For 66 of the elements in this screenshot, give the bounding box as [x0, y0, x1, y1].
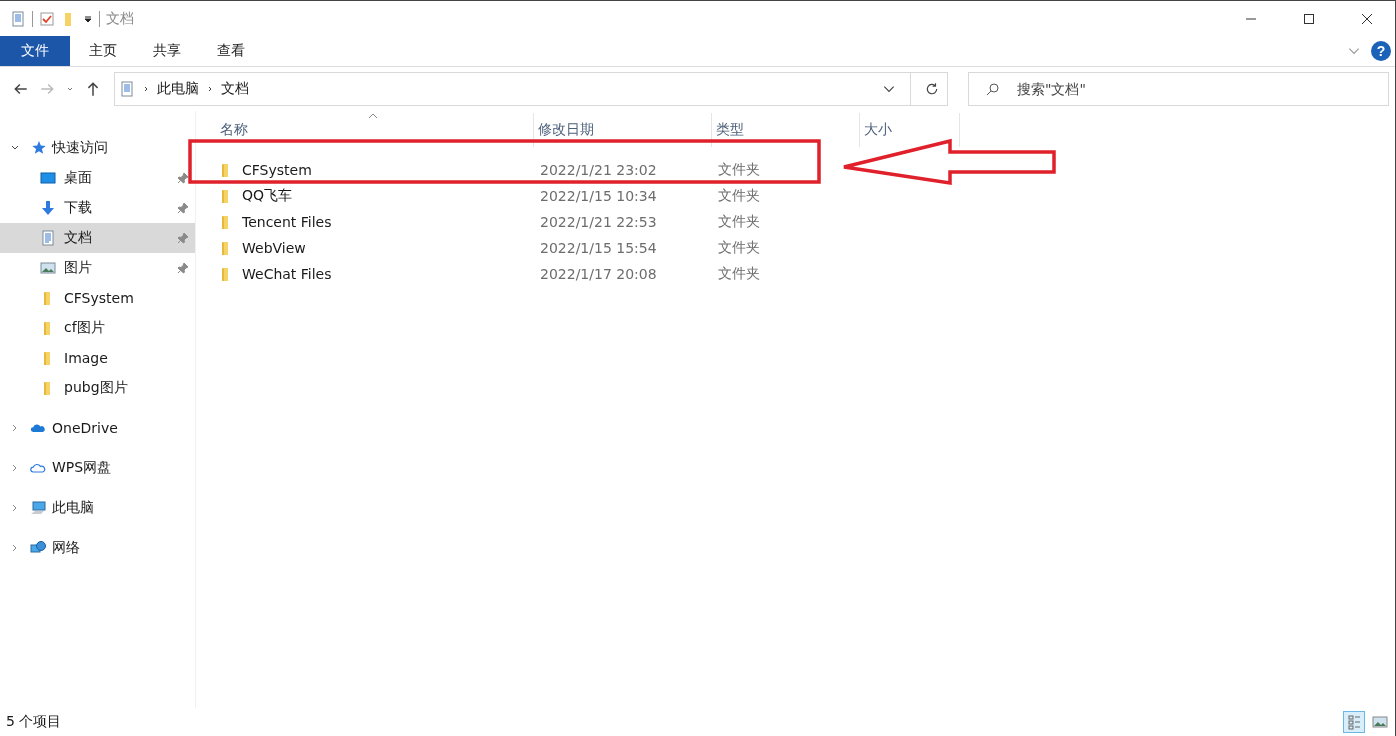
- dropdown-icon[interactable]: [83, 13, 93, 24]
- nav-item[interactable]: pubg图片: [0, 373, 195, 403]
- document-icon[interactable]: [10, 10, 26, 27]
- nav-item[interactable]: CFSystem: [0, 283, 195, 313]
- pin-icon[interactable]: [177, 232, 189, 244]
- nav-item[interactable]: 网络: [0, 533, 195, 563]
- file-row[interactable]: Tencent Files 2022/1/21 22:53 文件夹: [216, 209, 1395, 235]
- pin-icon[interactable]: [177, 262, 189, 274]
- file-type: 文件夹: [718, 213, 760, 229]
- nav-item[interactable]: 快速访问: [0, 133, 195, 163]
- nav-item[interactable]: 桌面: [0, 163, 195, 193]
- file-name: CFSystem: [242, 162, 312, 178]
- modified-date: 2022/1/21 22:53: [540, 214, 657, 230]
- search-field[interactable]: 搜索"文档": [968, 72, 1389, 106]
- file-name: WeChat Files: [242, 266, 332, 282]
- nav-item[interactable]: 图片: [0, 253, 195, 283]
- nav-item[interactable]: 此电脑: [0, 493, 195, 523]
- computer-icon: [30, 500, 46, 516]
- nav-item[interactable]: WPS网盘: [0, 453, 195, 483]
- column-header[interactable]: 名称: [216, 113, 534, 147]
- address-bar[interactable]: 此电脑 文档: [114, 72, 948, 106]
- breadcrumb[interactable]: 文档: [221, 80, 249, 98]
- file-type: 文件夹: [718, 265, 760, 281]
- item-count: 5 个项目: [6, 713, 62, 731]
- file-row[interactable]: CFSystem 2022/1/21 23:02 文件夹: [216, 157, 1395, 183]
- column-header[interactable]: 类型: [712, 113, 860, 147]
- file-row[interactable]: QQ飞车 2022/1/15 10:34 文件夹: [216, 183, 1395, 209]
- search-icon: [986, 82, 1000, 96]
- checklist-icon[interactable]: [39, 10, 55, 27]
- nav-item[interactable]: Image: [0, 343, 195, 373]
- help-icon[interactable]: ?: [1371, 41, 1391, 61]
- file-row[interactable]: WeChat Files 2022/1/17 20:08 文件夹: [216, 261, 1395, 287]
- column-header[interactable]: 修改日期: [534, 113, 712, 147]
- nav-item[interactable]: OneDrive: [0, 413, 195, 443]
- modified-date: 2022/1/15 10:34: [540, 188, 657, 204]
- pin-icon[interactable]: [177, 172, 189, 184]
- details-view-button[interactable]: [1343, 711, 1365, 733]
- nav-item[interactable]: 文档: [0, 223, 195, 253]
- maximize-icon[interactable]: [1303, 12, 1315, 25]
- modified-date: 2022/1/21 23:02: [540, 162, 657, 178]
- document-icon: [40, 230, 56, 246]
- picture-icon: [40, 260, 56, 276]
- file-type: 文件夹: [718, 239, 760, 255]
- file-type: 文件夹: [718, 161, 760, 177]
- sort-caret-icon: [368, 113, 378, 119]
- pin-icon[interactable]: [177, 202, 189, 214]
- document-icon: [119, 81, 135, 97]
- file-type: 文件夹: [718, 187, 760, 203]
- column-header[interactable]: 大小: [860, 113, 960, 147]
- window-title: 文档: [106, 9, 134, 28]
- down-arrow-icon: [40, 200, 56, 216]
- modified-date: 2022/1/17 20:08: [540, 266, 657, 282]
- star-icon: [30, 140, 46, 156]
- modified-date: 2022/1/15 15:54: [540, 240, 657, 256]
- refresh-icon[interactable]: [925, 82, 939, 96]
- file-name: QQ飞车: [242, 187, 293, 205]
- breadcrumb[interactable]: 此电脑: [157, 80, 199, 98]
- ribbon-tab[interactable]: 文件: [0, 36, 70, 66]
- desktop-icon: [40, 170, 56, 186]
- close-icon[interactable]: [1361, 12, 1373, 25]
- network-icon: [30, 540, 46, 556]
- nav-item[interactable]: 下载: [0, 193, 195, 223]
- nav-item[interactable]: cf图片: [0, 313, 195, 343]
- file-row[interactable]: WebView 2022/1/15 15:54 文件夹: [216, 235, 1395, 261]
- file-name: Tencent Files: [242, 214, 332, 230]
- file-name: WebView: [242, 240, 306, 256]
